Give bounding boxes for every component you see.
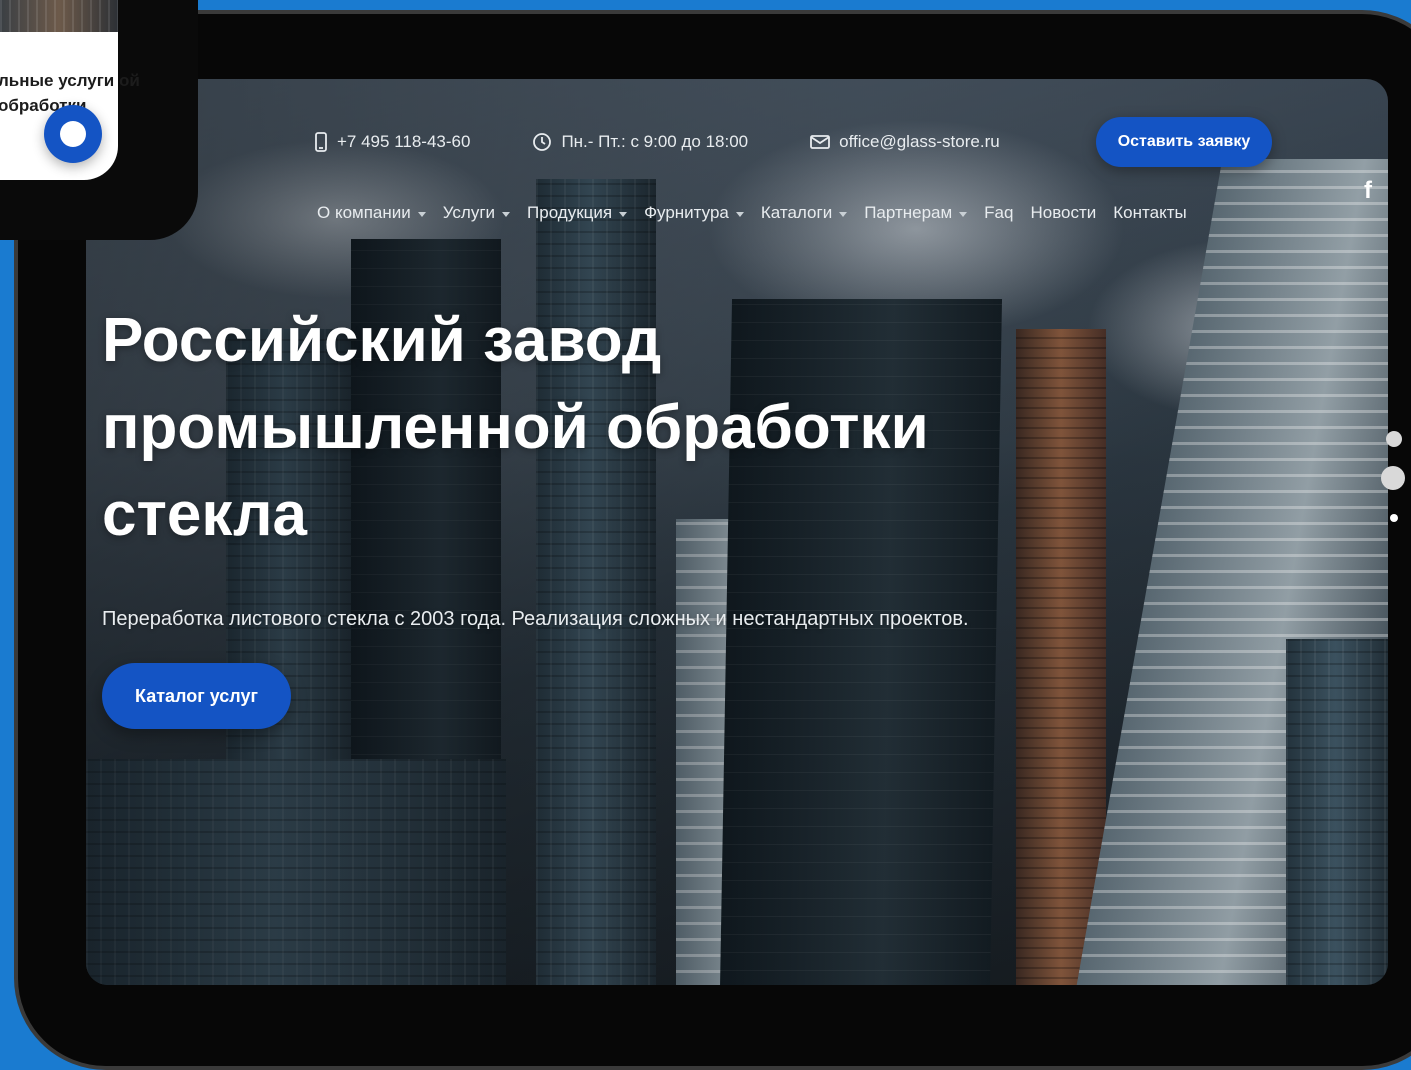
- mail-icon: [810, 135, 831, 149]
- nav-item-label: Faq: [984, 203, 1014, 222]
- phone-contact[interactable]: +7 495 118-43-60: [314, 132, 470, 152]
- nav-item-label: Продукция: [527, 203, 613, 222]
- hero-title: Российский завод промышленной обработки …: [102, 297, 1102, 558]
- chevron-down-icon: [839, 211, 848, 217]
- contact-bar: +7 495 118-43-60 Пн.- Пт.: с 9:00 до 18:…: [314, 117, 1062, 167]
- clock-icon: [533, 133, 552, 151]
- hero-title-line: Российский завод: [102, 306, 662, 375]
- chat-icon[interactable]: [44, 105, 102, 163]
- nav-item-faq[interactable]: Faq: [984, 203, 1013, 223]
- chevron-down-icon: [502, 211, 511, 217]
- nav-item-products[interactable]: Продукция: [527, 203, 628, 223]
- nav-item-label: Каталоги: [760, 203, 833, 222]
- side-dot-large: [1381, 466, 1405, 490]
- nav-item-label: О компании: [317, 203, 411, 222]
- hours-contact: Пн.- Пт.: с 9:00 до 18:00: [532, 132, 748, 152]
- chevron-down-icon: [619, 211, 628, 217]
- nav-item-label: Контакты: [1113, 203, 1187, 222]
- nav-item-catalogs[interactable]: Каталоги: [760, 203, 848, 223]
- chevron-down-icon: [959, 211, 968, 217]
- camera-icon: [1390, 514, 1398, 522]
- nav-item-about[interactable]: О компании: [317, 203, 426, 223]
- hero-subtitle: Переработка листового стекла с 2003 года…: [102, 608, 969, 630]
- nav-item-label: Партнерам: [864, 203, 953, 222]
- chevron-down-icon: [735, 211, 744, 217]
- working-hours: Пн.- Пт.: с 9:00 до 18:00: [561, 132, 749, 151]
- side-dot-small: [1386, 431, 1402, 447]
- nav-item-label: Новости: [1030, 203, 1097, 222]
- phone-hero-image: [0, 0, 118, 32]
- leave-request-button[interactable]: Оставить заявку: [1096, 117, 1272, 167]
- phone-card-text: льные услуги ой обработки: [0, 68, 198, 118]
- phone-icon: [315, 132, 327, 152]
- services-catalog-button[interactable]: Каталог услуг: [102, 663, 291, 729]
- phone-preview: льные услуги ой обработки: [0, 0, 198, 240]
- main-nav: О компании Услуги Продукция Фурнитура Ка…: [317, 203, 1204, 223]
- nav-item-partners[interactable]: Партнерам: [864, 203, 968, 223]
- hero-title-line: стекла: [102, 480, 307, 549]
- chevron-down-icon: [417, 211, 426, 217]
- nav-item-services[interactable]: Услуги: [442, 203, 511, 223]
- facebook-icon[interactable]: f: [1364, 177, 1372, 205]
- website-screen: +7 495 118-43-60 Пн.- Пт.: с 9:00 до 18:…: [86, 79, 1388, 985]
- tablet-frame: +7 495 118-43-60 Пн.- Пт.: с 9:00 до 18:…: [14, 10, 1411, 1070]
- nav-item-label: Услуги: [442, 203, 496, 222]
- nav-item-news[interactable]: Новости: [1030, 203, 1096, 223]
- nav-item-hardware[interactable]: Фурнитура: [644, 203, 744, 223]
- email-contact[interactable]: office@glass-store.ru: [810, 132, 1000, 152]
- nav-item-label: Фурнитура: [644, 203, 729, 222]
- phone-number: +7 495 118-43-60: [337, 132, 471, 151]
- nav-item-contacts[interactable]: Контакты: [1113, 203, 1186, 223]
- hero-title-line: промышленной обработки: [102, 393, 929, 462]
- email-address: office@glass-store.ru: [839, 132, 1000, 151]
